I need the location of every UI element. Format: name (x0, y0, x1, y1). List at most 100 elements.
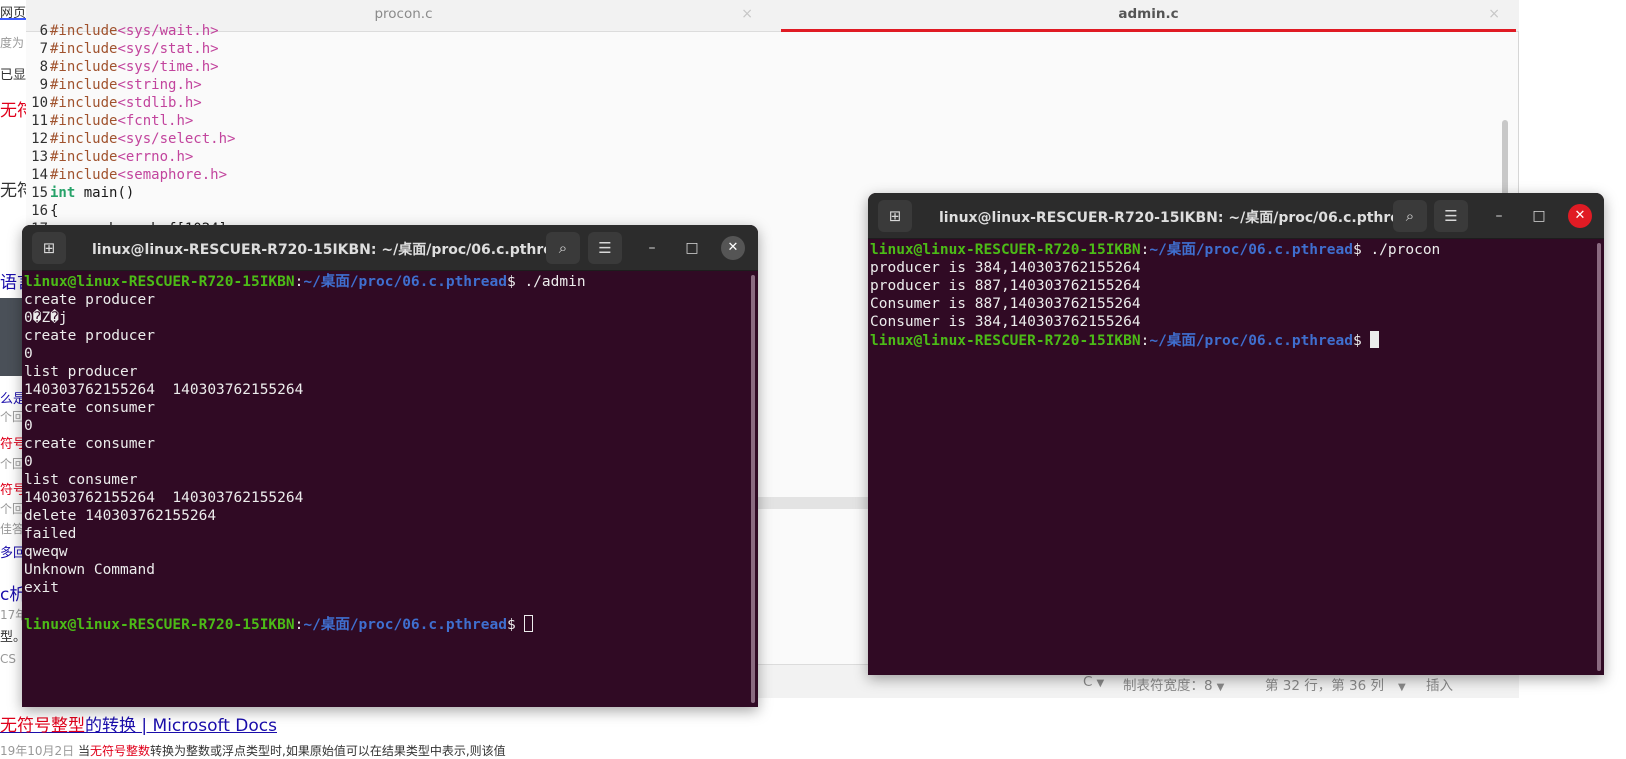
cursor-position[interactable]: 第 32 行，第 36 列 ▼ (1265, 674, 1406, 694)
line-number: 7 (39, 41, 48, 57)
terminal-output[interactable]: linux@linux-RESCUER-R720-15IKBN:~/桌面/pro… (868, 241, 1594, 675)
snippet-prefix: 当 (78, 744, 91, 758)
output-line: create consumer (24, 400, 155, 416)
code-text: { (50, 203, 59, 219)
result-fragment: CS (0, 652, 16, 666)
prompt-dollar: $ (506, 617, 525, 633)
terminal-header: ⊞ linux@linux-RESCUER-R720-15IKBN: ~/桌面/… (22, 225, 758, 271)
output-line: producer is 887,140303762155264 (870, 278, 1141, 294)
terminal-output[interactable]: linux@linux-RESCUER-R720-15IKBN:~/桌面/pro… (22, 273, 748, 707)
command-text: ./admin (524, 274, 586, 290)
output-lines: producer is 384,140303762155264 producer … (870, 259, 1594, 331)
minimize-icon: – (1495, 208, 1503, 224)
search-button[interactable]: ⌕ (1393, 200, 1427, 232)
terminal-scrollbar[interactable] (751, 275, 755, 703)
language-selector[interactable]: C ▼ (1083, 674, 1104, 690)
output-line: 0�Z�j (24, 310, 68, 326)
menu-button[interactable]: ☰ (1434, 200, 1468, 232)
prompt-path: ~/桌面/proc/06.c.pthread (1149, 242, 1353, 258)
header-name: <sys/select.h> (117, 131, 236, 147)
output-line: create producer (24, 328, 155, 344)
prompt-user: linux@linux-RESCUER-R720-15IKBN (24, 617, 295, 633)
result-fragment: 佳答 (0, 522, 25, 536)
hamburger-menu-icon: ☰ (598, 239, 612, 257)
include-directive: #include (50, 167, 118, 183)
result-fragment: 个回 (0, 410, 25, 424)
header-name: <sys/stat.h> (117, 41, 219, 57)
maximize-button[interactable]: □ (1527, 204, 1551, 228)
include-directive: #include (50, 23, 118, 39)
insert-mode[interactable]: 插入 (1426, 674, 1453, 694)
browser-tab-indicator (0, 18, 26, 20)
prompt-path: ~/桌面/proc/06.c.pthread (303, 617, 507, 633)
prompt-dollar: $ (506, 274, 525, 290)
prompt-user: linux@linux-RESCUER-R720-15IKBN (870, 333, 1141, 349)
code-line: 6 #include<sys/wait.h> (26, 22, 1504, 40)
minimize-icon: – (648, 240, 656, 256)
tab-width-selector[interactable]: 制表符宽度：8 ▼ (1123, 674, 1224, 694)
search-icon: ⌕ (558, 239, 568, 257)
new-tab-icon: ⊞ (888, 207, 902, 225)
command-line: linux@linux-RESCUER-R720-15IKBN:~/桌面/pro… (870, 241, 1594, 259)
minimize-button[interactable]: – (640, 236, 664, 260)
menu-button[interactable]: ☰ (588, 232, 622, 264)
close-button[interactable]: ✕ (1568, 204, 1592, 228)
result-snippet: 19年10月2日 当无符号整数转换为整数或浮点类型时,如果原始值可以在结果类型中… (0, 742, 506, 759)
code-line: 11 #include<fcntl.h> (26, 112, 1504, 130)
result-link-microsoft-docs[interactable]: 无符号整型的转换 | Microsoft Docs (0, 711, 277, 736)
prompt-dollar: $ (1352, 242, 1371, 258)
prompt-line: linux@linux-RESCUER-R720-15IKBN:~/桌面/pro… (24, 615, 748, 633)
close-icon: ✕ (727, 240, 739, 255)
line-number: 13 (31, 149, 48, 165)
close-button[interactable]: ✕ (721, 236, 745, 260)
maximize-icon: □ (685, 240, 699, 256)
result-fragment: 已显 (0, 68, 27, 83)
close-icon: ✕ (1574, 208, 1586, 223)
new-tab-button[interactable]: ⊞ (878, 200, 912, 232)
minimize-button[interactable]: – (1487, 204, 1511, 228)
line-number: 16 (31, 203, 48, 219)
output-line: 0 (24, 454, 33, 470)
snippet-text: 转换为整数或浮点类型时,如果原始值可以在结果类型中表示,则该值 (150, 744, 506, 758)
include-directive: #include (50, 41, 118, 57)
include-directive: #include (50, 59, 118, 75)
result-date: 19年10月2日 (0, 744, 75, 758)
chevron-down-icon: ▼ (1096, 678, 1105, 689)
output-line: list consumer (24, 472, 138, 488)
hamburger-menu-icon: ☰ (1444, 207, 1458, 225)
include-directive: #include (50, 77, 118, 93)
terminal-scrollbar[interactable] (1597, 243, 1601, 671)
line-number: 12 (31, 131, 48, 147)
search-button[interactable]: ⌕ (546, 232, 580, 264)
terminal-admin-window: ⊞ linux@linux-RESCUER-R720-15IKBN: ~/桌面/… (22, 225, 758, 707)
line-number: 14 (31, 167, 48, 183)
header-name: <stdlib.h> (117, 95, 202, 111)
chevron-down-icon: ▼ (1398, 682, 1406, 693)
output-lines: create producer 0�Z�j create producer 0 list… (24, 291, 748, 615)
chevron-down-icon: ▼ (1216, 682, 1225, 693)
output-line: 0 (24, 346, 33, 362)
new-tab-icon: ⊞ (42, 239, 56, 257)
text-cursor (524, 615, 534, 632)
prompt-path: ~/桌面/proc/06.c.pthread (303, 274, 507, 290)
output-line: exit (24, 580, 59, 596)
prompt-user: linux@linux-RESCUER-R720-15IKBN (870, 242, 1141, 258)
maximize-icon: □ (1532, 208, 1546, 224)
code-line: 9 #include<string.h> (26, 76, 1504, 94)
line-number: 6 (39, 23, 48, 39)
command-text: ./procon (1370, 242, 1441, 258)
header-name: <sys/wait.h> (117, 23, 219, 39)
output-line: delete 140303762155264 (24, 508, 217, 524)
output-line: Unknown Command (24, 562, 155, 578)
new-tab-button[interactable]: ⊞ (32, 232, 66, 264)
code-line: 10 #include<stdlib.h> (26, 94, 1504, 112)
code-line: 7 #include<sys/stat.h> (26, 40, 1504, 58)
snippet-highlight: 无符号整数 (90, 744, 151, 758)
output-line: list producer (24, 364, 138, 380)
prompt-line: linux@linux-RESCUER-R720-15IKBN:~/桌面/pro… (870, 331, 1594, 349)
maximize-button[interactable]: □ (680, 236, 704, 260)
line-number: 15 (31, 185, 48, 201)
output-line: failed (24, 526, 77, 542)
prompt-path: ~/桌面/proc/06.c.pthread (1149, 333, 1353, 349)
